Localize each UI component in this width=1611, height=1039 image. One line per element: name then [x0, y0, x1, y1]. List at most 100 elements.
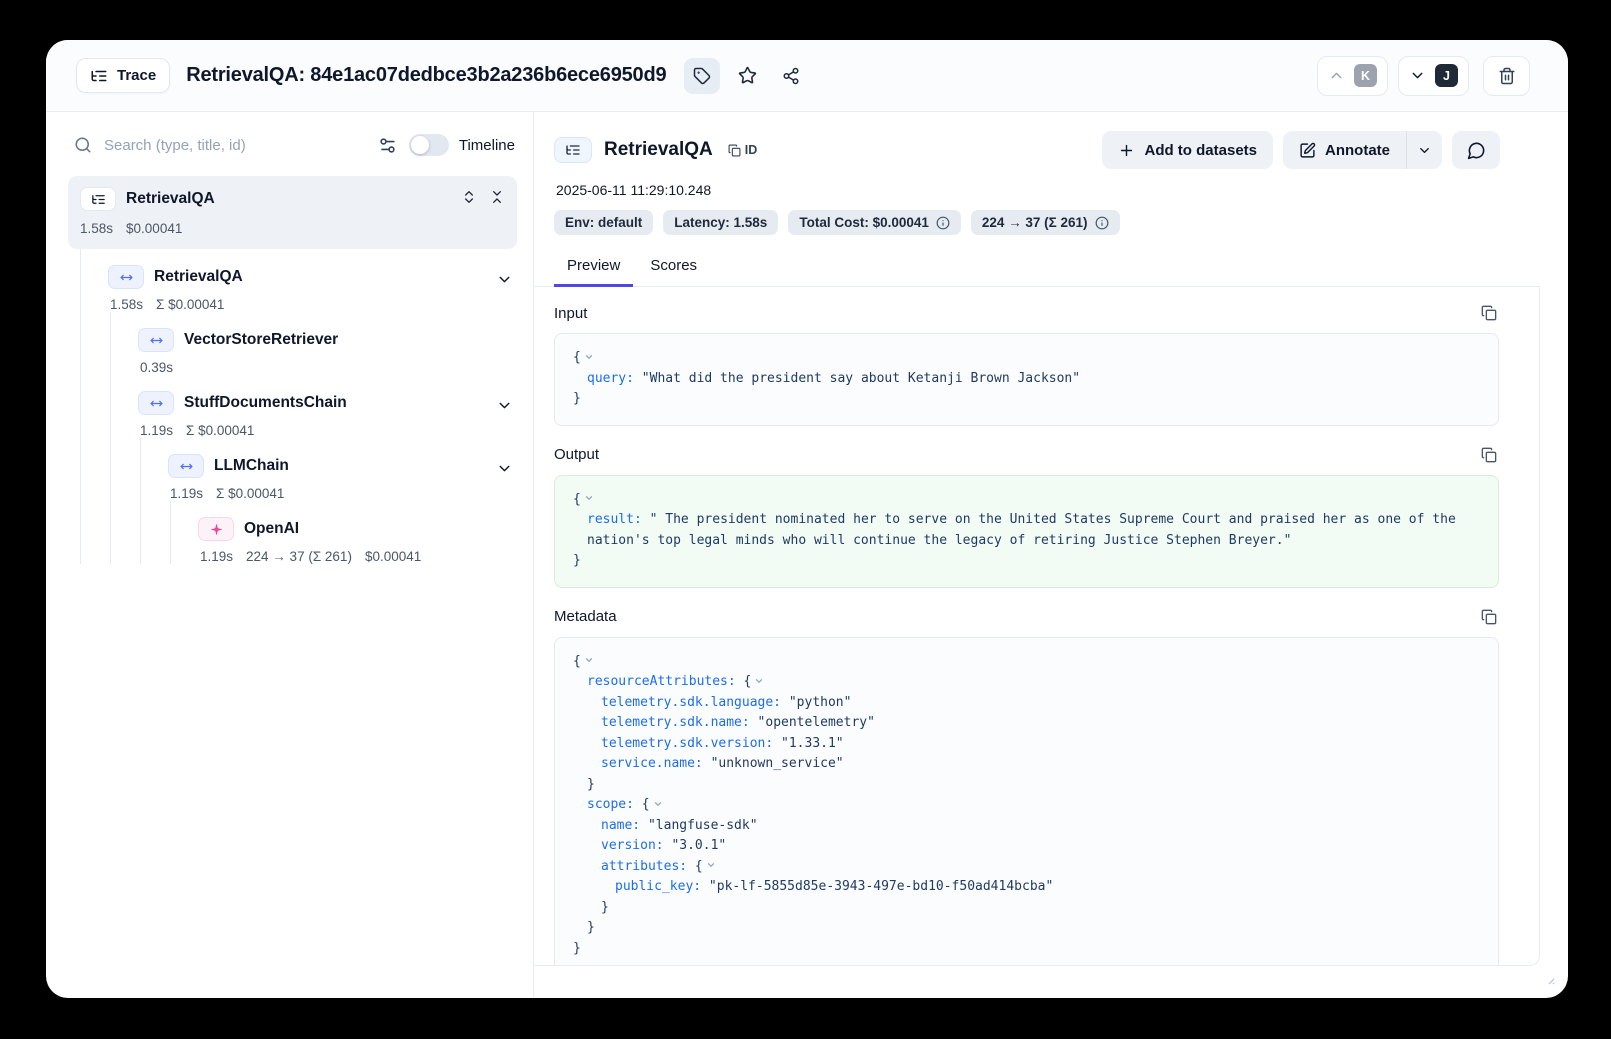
- tree-node-row[interactable]: StuffDocumentsChain: [138, 391, 517, 415]
- collapse-all-icon[interactable]: [489, 189, 505, 205]
- expand-json-chevron-icon[interactable]: [584, 347, 594, 368]
- tab-preview[interactable]: Preview: [554, 250, 633, 287]
- metric-badge-label: Total Cost: $0.00041: [799, 215, 929, 230]
- json-token: {: [573, 654, 581, 669]
- json-token: service.name:: [601, 756, 703, 771]
- copy-id-button[interactable]: ID: [724, 141, 762, 159]
- tree-node-row[interactable]: RetrievalQA: [108, 265, 517, 289]
- stat-value: Σ $0.00041: [156, 297, 224, 312]
- section-header: Metadata: [554, 605, 1499, 629]
- json-token: }: [573, 391, 581, 406]
- expand-json-chevron-icon[interactable]: [584, 489, 594, 510]
- json-token: {: [634, 797, 650, 812]
- comments-button[interactable]: [1452, 131, 1500, 169]
- tree-children: RetrievalQA1.58sΣ $0.00041VectorStoreRet…: [80, 249, 517, 564]
- section-title: Input: [554, 305, 587, 322]
- tree-node-row[interactable]: OpenAI: [198, 517, 517, 541]
- tree-node-label: VectorStoreRetriever: [184, 331, 338, 349]
- tree-node-label: StuffDocumentsChain: [184, 394, 347, 412]
- id-label: ID: [745, 143, 758, 157]
- metric-badge[interactable]: Env: default: [554, 210, 653, 235]
- metric-badges-row: Env: default Latency: 1.58s Total Cost: $0…: [534, 210, 1540, 235]
- listTree-icon: [565, 142, 581, 158]
- tree-root-row[interactable]: RetrievalQA 1.58s $0.00041: [68, 176, 517, 249]
- copy-icon: [1481, 447, 1497, 463]
- annotate-dropdown-chevron[interactable]: [1406, 131, 1442, 169]
- json-token: }: [573, 553, 581, 568]
- json-token: "What did the president say about Ketanj…: [634, 371, 1080, 386]
- json-line: resourceAttributes: {: [573, 672, 1480, 693]
- metric-badge[interactable]: 224 → 37 (Σ 261): [971, 210, 1120, 235]
- io-section: Metadata{resourceAttributes: {telemetry.…: [554, 605, 1499, 967]
- tag-icon[interactable]: [684, 58, 720, 94]
- search-row: Timeline: [46, 112, 533, 168]
- tree-node-label: OpenAI: [244, 520, 299, 538]
- stat-value: 0.39s: [140, 360, 173, 375]
- chevDown-icon: [584, 493, 594, 503]
- search-input[interactable]: [102, 136, 368, 155]
- toggle-knob: [411, 136, 429, 154]
- expand-json-chevron-icon[interactable]: [754, 671, 764, 692]
- chevUp-icon: [1328, 67, 1345, 84]
- timeline-toggle[interactable]: [409, 134, 449, 156]
- tab-scores[interactable]: Scores: [637, 250, 710, 287]
- metric-badge-label: Latency: 1.58s: [674, 215, 767, 230]
- copy-section-button[interactable]: [1479, 607, 1499, 627]
- annotate-label: Annotate: [1325, 142, 1390, 159]
- json-token: {: [573, 350, 581, 365]
- preview-content: Input{query: "What did the president say…: [534, 287, 1540, 966]
- metric-badge[interactable]: Total Cost: $0.00041: [788, 210, 961, 235]
- resize-grip-icon[interactable]: [1538, 968, 1556, 986]
- json-token: public_key:: [615, 879, 701, 894]
- metric-badge-label: 224 → 37 (Σ 261): [982, 215, 1088, 230]
- root-latency: 1.58s: [80, 221, 113, 236]
- timeline-label: Timeline: [459, 137, 515, 154]
- copy-section-button[interactable]: [1479, 445, 1499, 465]
- tree-root-head: RetrievalQA: [80, 187, 505, 211]
- expand-json-chevron-icon[interactable]: [653, 794, 663, 815]
- moveH-icon: [150, 334, 163, 347]
- json-line: telemetry.sdk.language: "python": [573, 693, 1480, 714]
- json-token: {: [573, 492, 581, 507]
- filter-sliders-icon[interactable]: [378, 136, 397, 155]
- json-token: resourceAttributes:: [587, 674, 736, 689]
- delete-trace-button[interactable]: [1483, 56, 1530, 96]
- json-line: }: [573, 918, 1480, 939]
- json-viewer: {result: " The president nominated her t…: [554, 475, 1499, 588]
- star-icon[interactable]: [730, 59, 764, 93]
- root-cost: $0.00041: [126, 221, 182, 236]
- copy-icon: [1481, 609, 1497, 625]
- tree-node-stats: 1.19s224 → 37 (Σ 261)$0.00041: [200, 549, 517, 564]
- stat-value: Σ $0.00041: [186, 423, 254, 438]
- tree-node-row[interactable]: VectorStoreRetriever: [138, 328, 517, 352]
- keyboard-shortcut-j: J: [1435, 64, 1458, 87]
- tree-node: StuffDocumentsChain1.19sΣ $0.00041LLMCha…: [138, 375, 517, 564]
- annotate-split-button: Annotate: [1283, 131, 1442, 169]
- io-section: Input{query: "What did the president say…: [554, 301, 1499, 426]
- metric-badge[interactable]: Latency: 1.58s: [663, 210, 778, 235]
- share-icon[interactable]: [774, 59, 808, 93]
- json-line: telemetry.sdk.version: "1.33.1": [573, 734, 1480, 755]
- span-type-badge: [108, 265, 144, 289]
- tree-node-row[interactable]: LLMChain: [168, 454, 517, 478]
- collapse-node-chevron[interactable]: [496, 397, 513, 415]
- annotate-button[interactable]: Annotate: [1283, 131, 1406, 169]
- next-trace-button[interactable]: J: [1398, 56, 1469, 96]
- expand-json-chevron-icon[interactable]: [706, 856, 716, 877]
- tree-node-label: LLMChain: [214, 457, 289, 475]
- trace-type-badge: Trace: [76, 58, 170, 92]
- expand-all-icon[interactable]: [461, 189, 477, 205]
- prev-trace-button[interactable]: K: [1317, 56, 1388, 96]
- info-icon: [1095, 216, 1109, 230]
- json-token: telemetry.sdk.name:: [601, 715, 750, 730]
- trace-tree: RetrievalQA 1.58s $0.00041 RetrievalQA1.…: [46, 168, 533, 564]
- collapse-node-chevron[interactable]: [496, 460, 513, 478]
- collapse-node-chevron[interactable]: [496, 271, 513, 289]
- copy-section-button[interactable]: [1479, 303, 1499, 323]
- json-line: }: [573, 389, 1480, 410]
- tree-node: RetrievalQA1.58sΣ $0.00041VectorStoreRet…: [108, 249, 517, 564]
- json-viewer: {resourceAttributes: {telemetry.sdk.lang…: [554, 637, 1499, 967]
- add-to-datasets-button[interactable]: Add to datasets: [1102, 131, 1273, 169]
- io-section: Output{result: " The president nominated…: [554, 443, 1499, 588]
- expand-json-chevron-icon[interactable]: [584, 651, 594, 672]
